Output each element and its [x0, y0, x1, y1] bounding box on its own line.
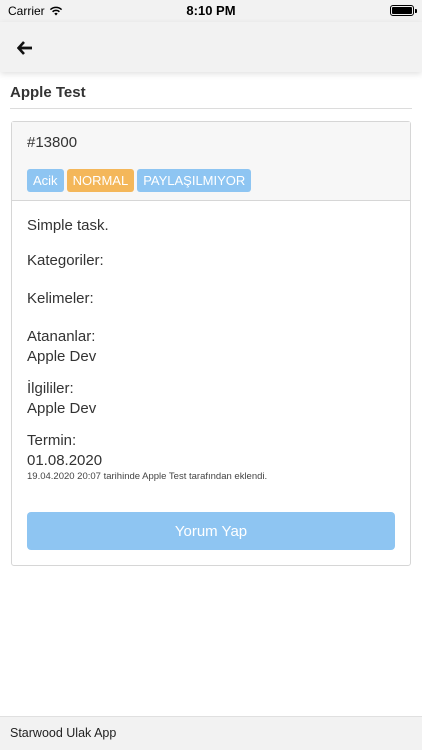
- status-bar: Carrier 8:10 PM: [0, 0, 422, 22]
- page-title: Apple Test: [10, 84, 412, 109]
- related-field: İlgililer: Apple Dev: [27, 379, 395, 419]
- task-card: #13800 Acik NORMAL PAYLAŞILMIYOR Simple …: [11, 121, 411, 566]
- clock: 8:10 PM: [186, 3, 236, 18]
- navigation-bar: [0, 22, 422, 72]
- categories-field: Kategoriler:: [27, 251, 395, 271]
- related-label: İlgililer:: [27, 380, 74, 397]
- keywords-field: Kelimeler:: [27, 289, 395, 309]
- arrow-left-icon: [17, 41, 32, 55]
- badge-group: Acik NORMAL PAYLAŞILMIYOR: [27, 169, 395, 192]
- assignees-label: Atananlar:: [27, 328, 96, 345]
- assignees-value: Apple Dev: [27, 348, 97, 365]
- comment-button[interactable]: Yorum Yap: [27, 512, 395, 550]
- created-note: 19.04.2020 20:07 tarihinde Apple Test ta…: [27, 471, 268, 482]
- battery-icon: [390, 5, 417, 16]
- keywords-label: Kelimeler:: [27, 290, 94, 307]
- back-button[interactable]: [14, 38, 36, 58]
- due-date-value: 01.08.2020: [27, 452, 103, 469]
- task-id: #13800: [27, 134, 78, 151]
- footer: Starwood Ulak App: [0, 716, 422, 750]
- priority-badge: NORMAL: [66, 169, 135, 192]
- due-date-field: Termin: 01.08.2020: [27, 431, 395, 471]
- status-badge: Acik: [27, 169, 64, 192]
- categories-label: Kategoriler:: [27, 252, 104, 269]
- task-description: Simple task.: [27, 217, 109, 234]
- task-card-header: #13800 Acik NORMAL PAYLAŞILMIYOR: [12, 122, 410, 201]
- assignees-field: Atananlar: Apple Dev: [27, 327, 395, 367]
- sharing-badge: PAYLAŞILMIYOR: [137, 169, 252, 192]
- task-card-body: Simple task. Kategoriler: Kelimeler: Ata…: [12, 201, 410, 565]
- related-value: Apple Dev: [27, 400, 97, 417]
- due-date-label: Termin:: [27, 432, 77, 449]
